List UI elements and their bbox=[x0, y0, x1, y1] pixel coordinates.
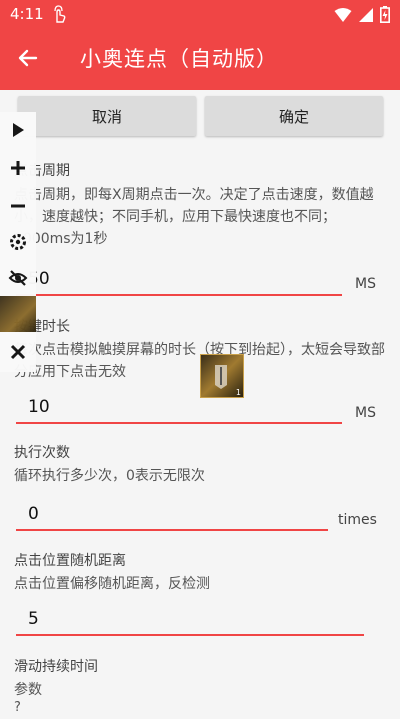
status-bar: 4:11 bbox=[0, 0, 400, 28]
repeat-count-unit: times bbox=[338, 512, 377, 528]
swipe-duration-value: ? bbox=[14, 700, 21, 715]
swipe-duration-title: 滑动持续时间 bbox=[14, 659, 98, 675]
repeat-count-desc: 循环执行多少次，0表示无限次 bbox=[14, 468, 205, 484]
wifi-icon bbox=[334, 7, 352, 22]
random-offset-input[interactable] bbox=[16, 606, 364, 636]
click-point-thumbnail[interactable] bbox=[0, 296, 36, 332]
floating-control-bar bbox=[0, 112, 36, 372]
random-offset-title: 点击位置随机距离 bbox=[14, 553, 126, 569]
close-icon[interactable] bbox=[8, 342, 28, 362]
click-period-input[interactable] bbox=[16, 266, 342, 296]
repeat-count-title: 执行次数 bbox=[14, 445, 70, 461]
battery-icon bbox=[380, 6, 390, 23]
back-arrow-icon[interactable] bbox=[16, 46, 40, 70]
press-duration-unit: MS bbox=[355, 405, 376, 421]
status-time: 4:11 bbox=[10, 5, 44, 23]
click-period-unit: MS bbox=[355, 276, 376, 292]
click-period-desc: 点击周期，即每X周期点击一次。决定了点击速度，数值越小，速度越快；不同手机，应用… bbox=[14, 187, 374, 247]
confirm-button[interactable]: 确定 bbox=[205, 96, 383, 136]
play-icon[interactable] bbox=[8, 120, 28, 140]
app-bar: 小奥连点（自动版） bbox=[0, 28, 400, 90]
press-duration-input[interactable] bbox=[16, 394, 342, 424]
click-target-badge: 1 bbox=[235, 388, 241, 397]
touch-notification-icon bbox=[54, 5, 66, 23]
plus-icon[interactable] bbox=[8, 158, 28, 178]
cancel-button[interactable]: 取消 bbox=[18, 96, 196, 136]
gear-icon[interactable] bbox=[8, 232, 28, 252]
eye-off-icon[interactable] bbox=[8, 268, 28, 288]
click-target-marker[interactable]: 1 bbox=[200, 354, 244, 398]
page-title: 小奥连点（自动版） bbox=[80, 47, 278, 71]
random-offset-desc: 点击位置偏移随机距离，反检测 bbox=[14, 576, 210, 592]
status-icons bbox=[334, 6, 390, 23]
minus-icon[interactable] bbox=[8, 196, 28, 216]
repeat-count-input[interactable] bbox=[16, 501, 328, 531]
signal-icon bbox=[359, 7, 373, 22]
